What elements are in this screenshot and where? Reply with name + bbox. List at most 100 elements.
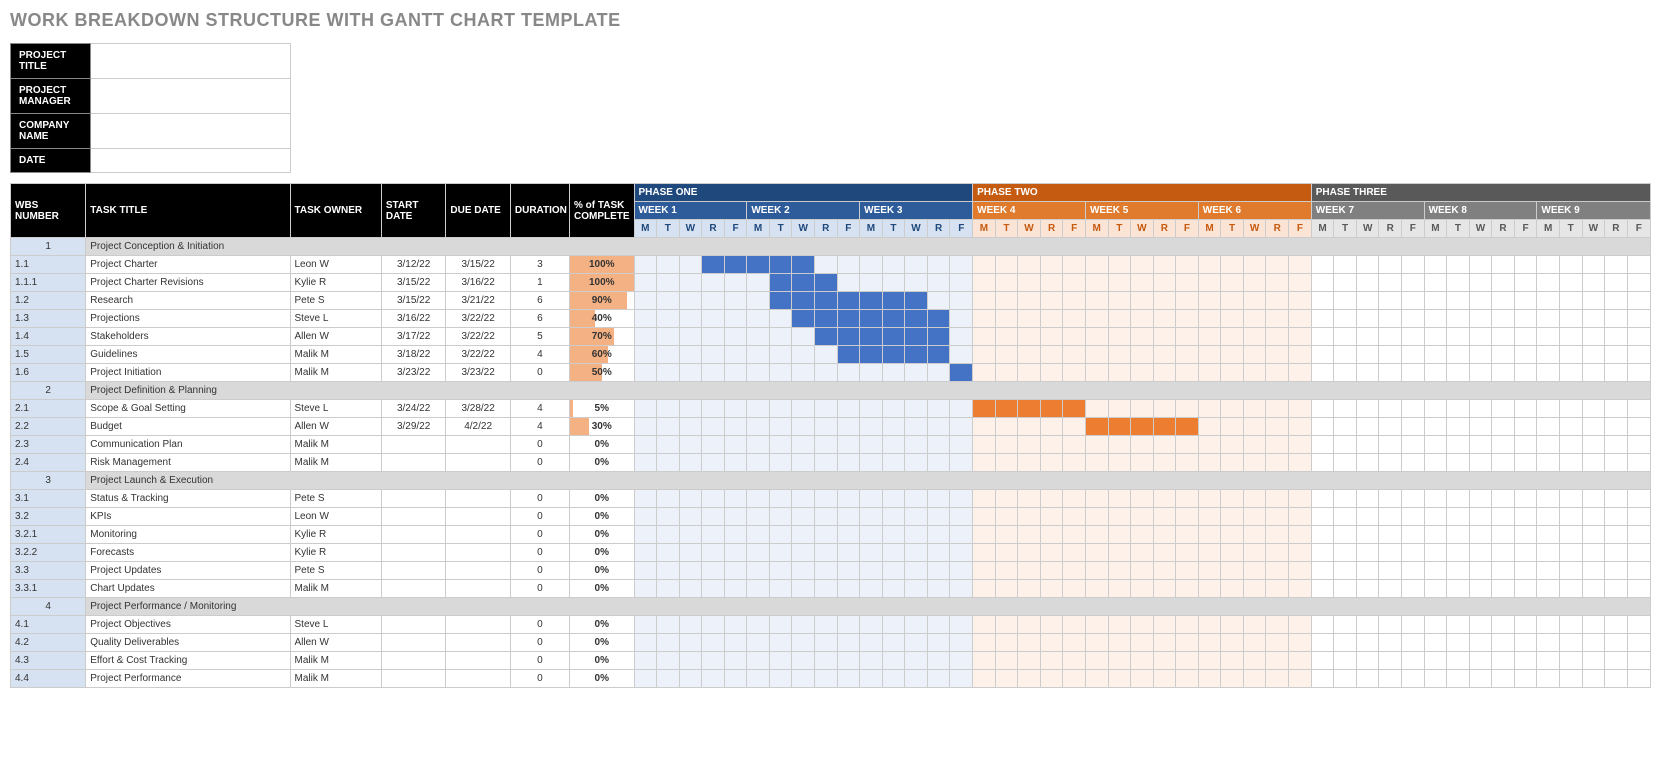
gantt-cell[interactable] bbox=[1559, 580, 1582, 598]
gantt-cell[interactable] bbox=[724, 436, 747, 454]
gantt-cell[interactable] bbox=[882, 310, 905, 328]
gantt-cell[interactable] bbox=[702, 454, 725, 472]
gantt-cell[interactable] bbox=[1311, 526, 1334, 544]
gantt-cell[interactable] bbox=[1085, 274, 1108, 292]
gantt-cell[interactable] bbox=[995, 454, 1018, 472]
gantt-cell[interactable] bbox=[1243, 562, 1266, 580]
gantt-cell[interactable] bbox=[702, 364, 725, 382]
gantt-cell[interactable] bbox=[973, 670, 996, 688]
gantt-cell[interactable] bbox=[1424, 634, 1447, 652]
gantt-cell[interactable] bbox=[1402, 436, 1425, 454]
gantt-cell[interactable] bbox=[1582, 436, 1605, 454]
gantt-cell[interactable] bbox=[995, 490, 1018, 508]
gantt-cell[interactable] bbox=[1153, 670, 1176, 688]
gantt-cell[interactable] bbox=[1289, 364, 1312, 382]
gantt-cell[interactable] bbox=[995, 418, 1018, 436]
gantt-cell[interactable] bbox=[882, 364, 905, 382]
gantt-cell[interactable] bbox=[1063, 346, 1086, 364]
gantt-cell[interactable] bbox=[747, 670, 770, 688]
due-date-cell[interactable] bbox=[446, 436, 511, 454]
gantt-cell[interactable] bbox=[860, 616, 883, 634]
gantt-cell[interactable] bbox=[1085, 436, 1108, 454]
gantt-cell[interactable] bbox=[1447, 436, 1470, 454]
gantt-cell[interactable] bbox=[1334, 400, 1357, 418]
gantt-cell[interactable] bbox=[1582, 256, 1605, 274]
gantt-cell[interactable] bbox=[1243, 508, 1266, 526]
task-title-cell[interactable]: Risk Management bbox=[86, 454, 290, 472]
gantt-cell[interactable] bbox=[1582, 526, 1605, 544]
gantt-cell[interactable] bbox=[815, 490, 838, 508]
gantt-cell[interactable] bbox=[1018, 256, 1041, 274]
gantt-cell[interactable] bbox=[724, 580, 747, 598]
gantt-cell[interactable] bbox=[1379, 580, 1402, 598]
gantt-cell[interactable] bbox=[1108, 580, 1131, 598]
task-owner-cell[interactable]: Allen W bbox=[290, 634, 381, 652]
gantt-cell[interactable] bbox=[657, 256, 680, 274]
gantt-cell[interactable] bbox=[815, 292, 838, 310]
gantt-cell[interactable] bbox=[679, 364, 702, 382]
gantt-cell[interactable] bbox=[1040, 310, 1063, 328]
gantt-cell[interactable] bbox=[860, 580, 883, 598]
gantt-cell[interactable] bbox=[815, 508, 838, 526]
gantt-cell[interactable] bbox=[1243, 292, 1266, 310]
wbs-cell[interactable]: 2.2 bbox=[11, 418, 86, 436]
gantt-cell[interactable] bbox=[1402, 292, 1425, 310]
gantt-cell[interactable] bbox=[1334, 454, 1357, 472]
gantt-cell[interactable] bbox=[1514, 562, 1537, 580]
gantt-cell[interactable] bbox=[634, 310, 657, 328]
gantt-cell[interactable] bbox=[1627, 490, 1650, 508]
gantt-cell[interactable] bbox=[769, 364, 792, 382]
gantt-cell[interactable] bbox=[1131, 526, 1154, 544]
gantt-cell[interactable] bbox=[1379, 400, 1402, 418]
gantt-cell[interactable] bbox=[634, 454, 657, 472]
gantt-cell[interactable] bbox=[1289, 400, 1312, 418]
gantt-cell[interactable] bbox=[792, 436, 815, 454]
duration-cell[interactable]: 5 bbox=[510, 328, 569, 346]
task-title-cell[interactable]: Monitoring bbox=[86, 526, 290, 544]
gantt-cell[interactable] bbox=[1018, 616, 1041, 634]
gantt-cell[interactable] bbox=[860, 526, 883, 544]
gantt-cell[interactable] bbox=[1356, 454, 1379, 472]
gantt-cell[interactable] bbox=[1402, 400, 1425, 418]
gantt-cell[interactable] bbox=[679, 310, 702, 328]
gantt-cell[interactable] bbox=[702, 508, 725, 526]
gantt-cell[interactable] bbox=[950, 508, 973, 526]
gantt-cell[interactable] bbox=[1605, 508, 1628, 526]
gantt-cell[interactable] bbox=[1334, 490, 1357, 508]
task-title-cell[interactable]: Project Initiation bbox=[86, 364, 290, 382]
gantt-cell[interactable] bbox=[1469, 328, 1492, 346]
gantt-cell[interactable] bbox=[724, 364, 747, 382]
gantt-cell[interactable] bbox=[1131, 508, 1154, 526]
gantt-cell[interactable] bbox=[950, 634, 973, 652]
gantt-cell[interactable] bbox=[1131, 544, 1154, 562]
gantt-cell[interactable] bbox=[1559, 400, 1582, 418]
gantt-cell[interactable] bbox=[1605, 634, 1628, 652]
gantt-cell[interactable] bbox=[1243, 256, 1266, 274]
pct-complete-cell[interactable]: 0% bbox=[570, 436, 635, 454]
gantt-cell[interactable] bbox=[1334, 652, 1357, 670]
gantt-cell[interactable] bbox=[1537, 526, 1560, 544]
gantt-cell[interactable] bbox=[1605, 418, 1628, 436]
gantt-cell[interactable] bbox=[1243, 490, 1266, 508]
gantt-cell[interactable] bbox=[1356, 346, 1379, 364]
gantt-cell[interactable] bbox=[1424, 544, 1447, 562]
gantt-cell[interactable] bbox=[1379, 418, 1402, 436]
gantt-cell[interactable] bbox=[1198, 652, 1221, 670]
duration-cell[interactable]: 4 bbox=[510, 346, 569, 364]
gantt-cell[interactable] bbox=[792, 544, 815, 562]
gantt-cell[interactable] bbox=[747, 526, 770, 544]
gantt-cell[interactable] bbox=[1243, 526, 1266, 544]
gantt-cell[interactable] bbox=[1447, 508, 1470, 526]
gantt-cell[interactable] bbox=[1131, 328, 1154, 346]
gantt-cell[interactable] bbox=[1492, 256, 1515, 274]
gantt-cell[interactable] bbox=[634, 400, 657, 418]
gantt-cell[interactable] bbox=[1289, 310, 1312, 328]
gantt-cell[interactable] bbox=[1040, 346, 1063, 364]
gantt-cell[interactable] bbox=[905, 526, 928, 544]
gantt-cell[interactable] bbox=[1402, 256, 1425, 274]
duration-cell[interactable]: 0 bbox=[510, 634, 569, 652]
duration-cell[interactable]: 4 bbox=[510, 418, 569, 436]
due-date-cell[interactable]: 3/22/22 bbox=[446, 346, 511, 364]
gantt-cell[interactable] bbox=[1243, 652, 1266, 670]
gantt-cell[interactable] bbox=[1356, 616, 1379, 634]
